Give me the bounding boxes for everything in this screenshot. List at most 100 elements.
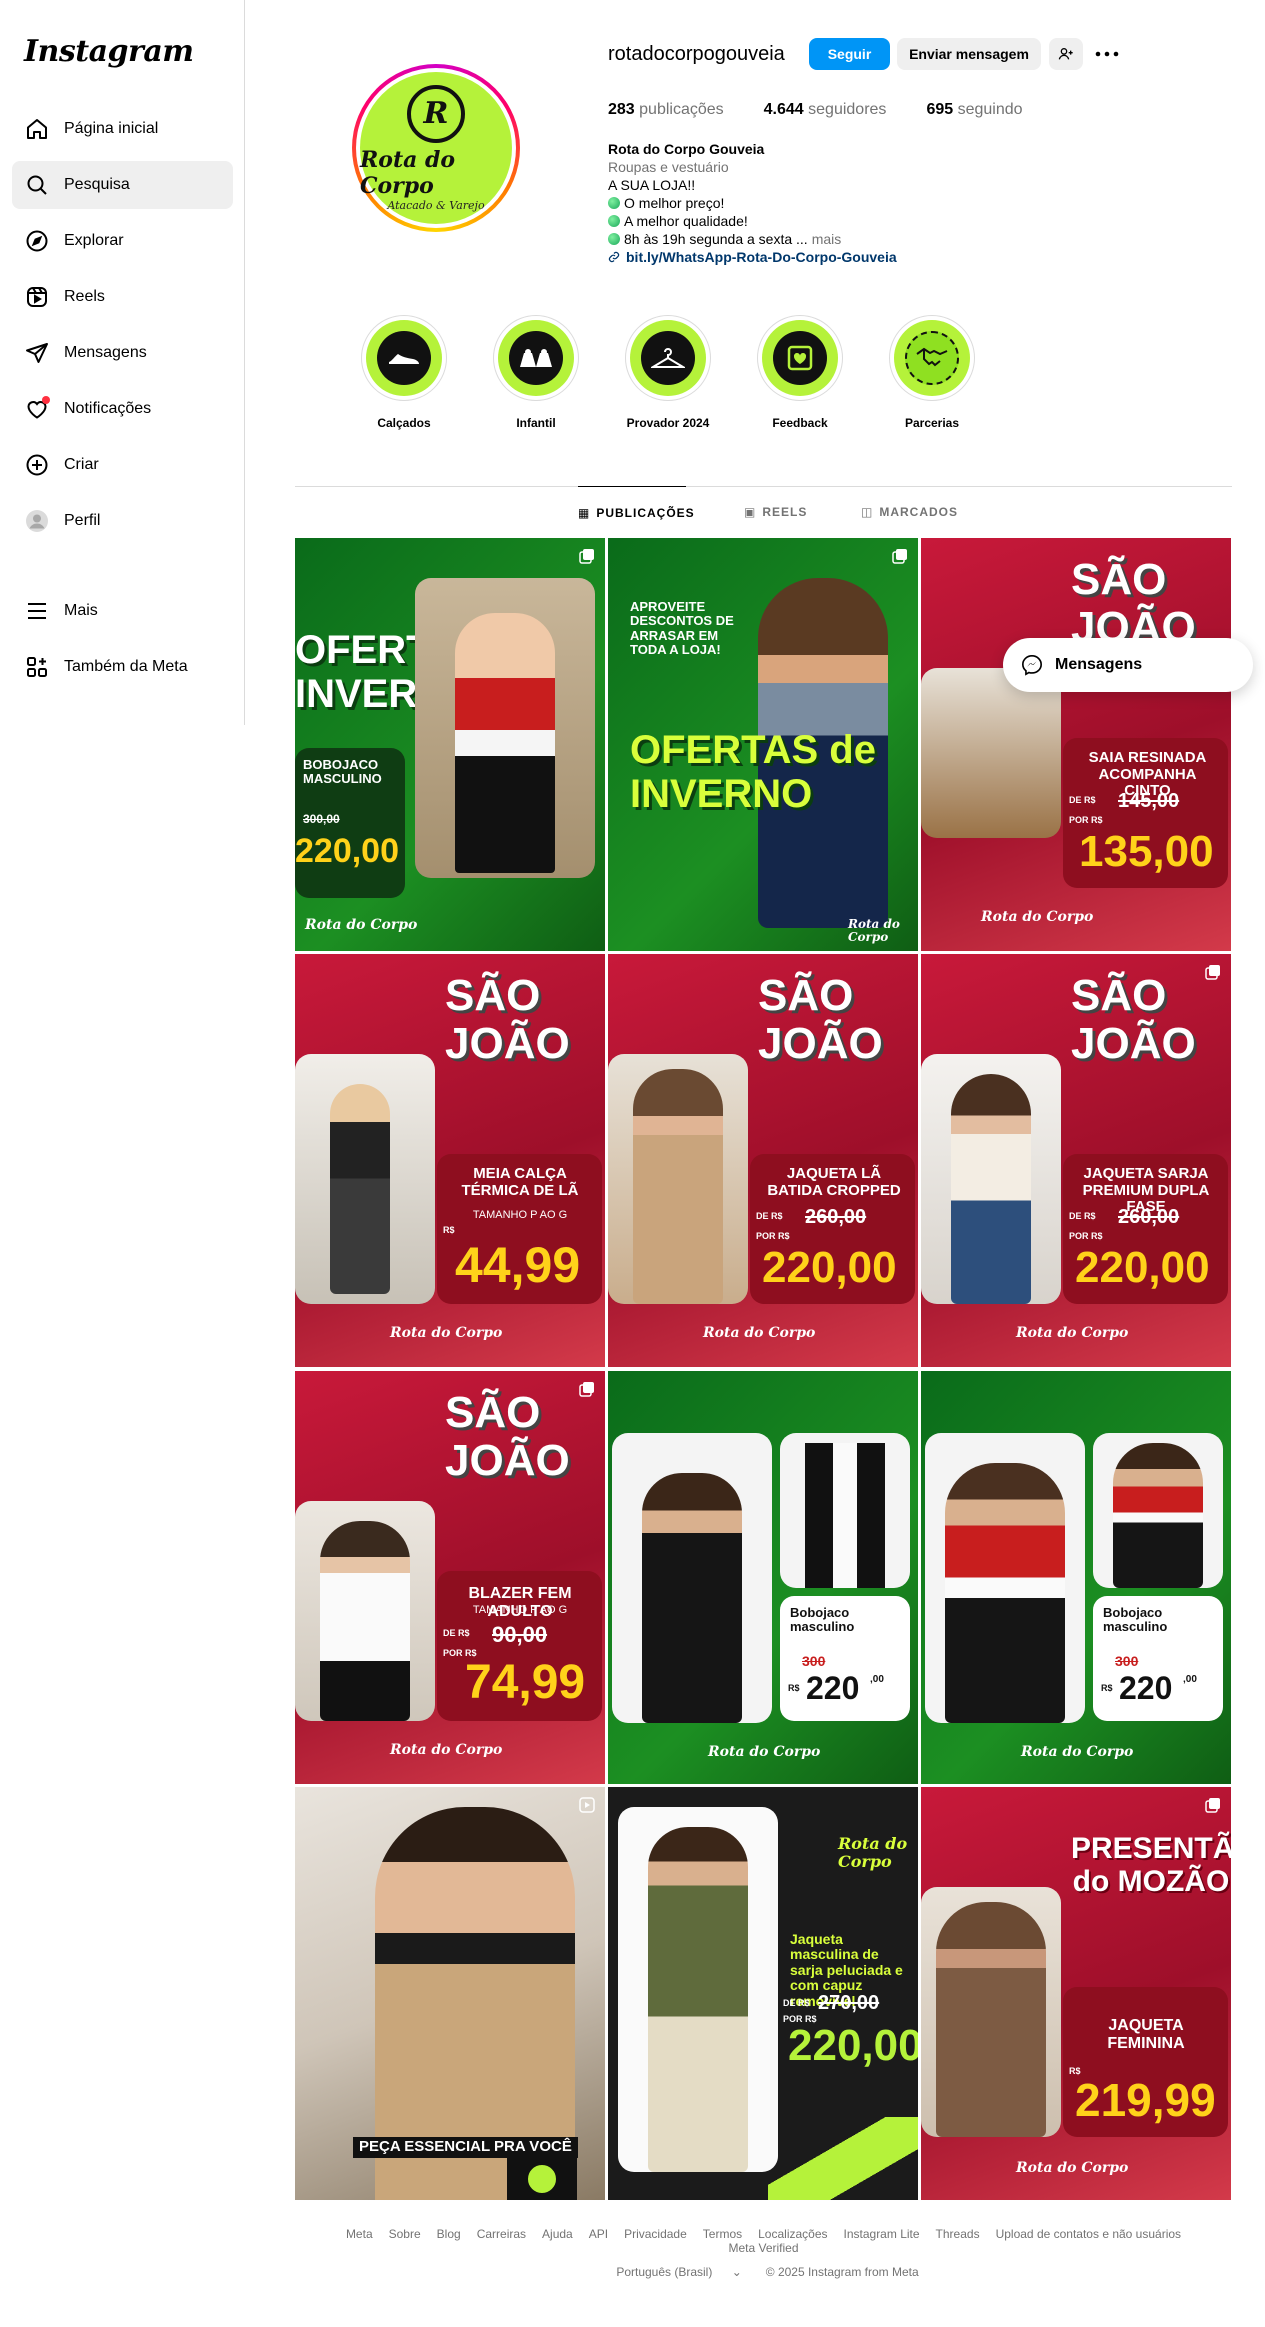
tab-marcados[interactable]: ◫ MARCADOS — [861, 486, 961, 538]
more-horizontal-icon — [1095, 51, 1119, 57]
floating-messages-button[interactable]: Mensagens — [1003, 638, 1253, 692]
sidebar-item-home[interactable]: Página inicial — [12, 105, 233, 153]
post-tile[interactable]: SÃO JOÃO JAQUETA SARJA PREMIUM DUPLA FAS… — [921, 954, 1231, 1367]
sidebar-item-profile[interactable]: Perfil — [12, 497, 233, 545]
sidebar-item-more[interactable]: Mais — [12, 587, 233, 635]
post-tile[interactable]: APROVEITE DESCONTOS DE ARRASAR EM TODA A… — [608, 538, 918, 951]
footer-link[interactable]: Carreiras — [477, 2227, 526, 2241]
footer-link[interactable]: Meta Verified — [728, 2241, 798, 2255]
suggested-accounts-button[interactable] — [1049, 38, 1083, 70]
footer-link[interactable]: Ajuda — [542, 2227, 573, 2241]
grid-icon: ▦ — [578, 505, 591, 520]
sidebar: Instagram Página inicial Pesquisa Explor… — [0, 0, 245, 725]
green-circle-icon — [608, 197, 620, 209]
highlight-provador[interactable]: Provador 2024 — [602, 315, 734, 430]
carousel-icon — [579, 549, 594, 564]
post-tile[interactable]: Bobojaco masculino 300 R$ 220 ,00 Rota d… — [921, 1371, 1231, 1784]
bio-line: A SUA LOJA!! — [608, 177, 696, 193]
post-tile[interactable]: SÃO JOÃO BLAZER FEM ADULTO TAMANHO P AO … — [295, 1371, 605, 1784]
sidebar-item-label: Criar — [64, 456, 99, 473]
footer-link[interactable]: API — [589, 2227, 608, 2241]
decor-stripe — [768, 2117, 918, 2200]
profile-bio: Rota do Corpo Gouveia Roupas e vestuário… — [608, 140, 1028, 266]
language-selector[interactable]: Português (Brasil) ⌄ — [608, 2265, 749, 2279]
tab-publicacoes[interactable]: ▦ PUBLICAÇÕES — [578, 486, 694, 538]
footer-link[interactable]: Sobre — [389, 2227, 421, 2241]
menu-icon — [24, 598, 50, 624]
notification-dot — [42, 396, 50, 404]
sidebar-item-label: Mensagens — [64, 344, 147, 361]
highlight-feedback[interactable]: Feedback — [734, 315, 866, 430]
messenger-icon — [1022, 655, 1042, 676]
bio-more-link[interactable]: mais — [812, 230, 842, 248]
follow-button[interactable]: Seguir — [809, 38, 890, 70]
sidebar-item-notifications[interactable]: Notificações — [12, 385, 233, 433]
avatar-logo: R Rota do Corpo Atacado & Varejo — [360, 72, 512, 224]
link-icon — [608, 251, 620, 263]
shoe-icon — [377, 331, 431, 385]
product-photo — [295, 1501, 435, 1721]
product-photo — [618, 1807, 778, 2172]
instagram-logo[interactable]: Instagram — [24, 34, 194, 69]
price-box: MEIA CALÇA TÉRMICA DE LÃ TAMANHO P AO G … — [437, 1154, 602, 1304]
model-image — [951, 1074, 1031, 1304]
tagged-icon: ◫ — [861, 505, 874, 519]
post-tile[interactable]: Bobojaco masculino 300 R$ 220 ,00 Rota d… — [608, 1371, 918, 1784]
price-box: SAIA RESINADA ACOMPANHA CINTO DE R$ 145,… — [1063, 738, 1228, 888]
footer-link[interactable]: Threads — [936, 2227, 980, 2241]
tab-reels[interactable]: ▣ REELS — [744, 486, 814, 538]
sidebar-item-create[interactable]: Criar — [12, 441, 233, 489]
price-box: JAQUETA FEMININA R$ 219,99 — [1063, 1987, 1228, 2137]
post-tile[interactable]: PEÇA ESSENCIAL PRA VOCÊ — [295, 1787, 605, 2200]
highlight-calcados[interactable]: Calçados — [338, 315, 470, 430]
sidebar-item-search[interactable]: Pesquisa — [12, 161, 233, 209]
avatar-icon — [24, 508, 50, 534]
footer-link[interactable]: Privacidade — [624, 2227, 687, 2241]
sidebar-item-label: Mais — [64, 602, 98, 619]
avatar-monogram: R — [407, 84, 465, 143]
add-person-icon — [1058, 48, 1073, 60]
green-circle-icon — [608, 215, 620, 227]
feedback-heart-icon — [773, 331, 827, 385]
model-image — [320, 1521, 410, 1721]
footer-link[interactable]: Blog — [437, 2227, 461, 2241]
posts-stat: 283 publicações — [608, 101, 724, 118]
price-box: JAQUETA SARJA PREMIUM DUPLA FASE DE R$ 2… — [1063, 1154, 1228, 1304]
sidebar-item-reels[interactable]: Reels — [12, 273, 233, 321]
send-message-button[interactable]: Enviar mensagem — [897, 38, 1041, 70]
model-image — [648, 1827, 748, 2172]
product-photo — [921, 1054, 1061, 1304]
highlight-parcerias[interactable]: Parcerias — [866, 315, 998, 430]
compass-icon — [24, 228, 50, 254]
copyright: © 2025 Instagram from Meta — [765, 2265, 919, 2279]
post-tile[interactable]: SÃO JOÃO SAIA RESINADA ACOMPANHA CINTO D… — [921, 538, 1231, 951]
post-tile[interactable]: SÃO JOÃO JAQUETA LÃ BATIDA CROPPED DE R$… — [608, 954, 918, 1367]
model-image — [633, 1069, 723, 1304]
footer-link[interactable]: Instagram Lite — [844, 2227, 920, 2241]
footer-link[interactable]: Upload de contatos e não usuários — [996, 2227, 1181, 2241]
sidebar-item-meta[interactable]: Também da Meta — [12, 643, 233, 691]
followers-stat[interactable]: 4.644 seguidores — [764, 101, 887, 119]
highlight-infantil[interactable]: Infantil — [470, 315, 602, 430]
footer-link[interactable]: Localizações — [758, 2227, 827, 2241]
product-photo — [612, 1433, 772, 1723]
sidebar-item-label: Notificações — [64, 400, 152, 417]
model-image — [945, 1463, 1065, 1723]
sidebar-item-label: Perfil — [64, 512, 101, 529]
post-tile[interactable]: Rota do Corpo Jaqueta masculina de sarja… — [608, 1787, 918, 2200]
price-box: JAQUETA LÃ BATIDA CROPPED DE R$ 260,00 P… — [750, 1154, 915, 1304]
profile-avatar[interactable]: R Rota do Corpo Atacado & Varejo — [352, 64, 520, 232]
footer-link[interactable]: Termos — [703, 2227, 742, 2241]
bio-external-link[interactable]: bit.ly/WhatsApp-Rota-Do-Corpo-Gouveia — [608, 248, 1028, 266]
sidebar-item-messages[interactable]: Mensagens — [12, 329, 233, 377]
options-button[interactable] — [1092, 40, 1122, 68]
product-photo — [925, 1433, 1085, 1723]
post-tile[interactable]: OFERTAS de INVERNO BOBOJACO MASCULINO 30… — [295, 538, 605, 951]
meta-apps-icon — [24, 654, 50, 680]
footer-link[interactable]: Meta — [346, 2227, 373, 2241]
post-tile[interactable]: SÃO JOÃO MEIA CALÇA TÉRMICA DE LÃ TAMANH… — [295, 954, 605, 1367]
post-tile[interactable]: PRESENTÃO do MOZÃO JAQUETA FEMININA R$ 2… — [921, 1787, 1231, 2200]
home-icon — [24, 116, 50, 142]
sidebar-item-explore[interactable]: Explorar — [12, 217, 233, 265]
following-stat[interactable]: 695 seguindo — [926, 101, 1022, 119]
